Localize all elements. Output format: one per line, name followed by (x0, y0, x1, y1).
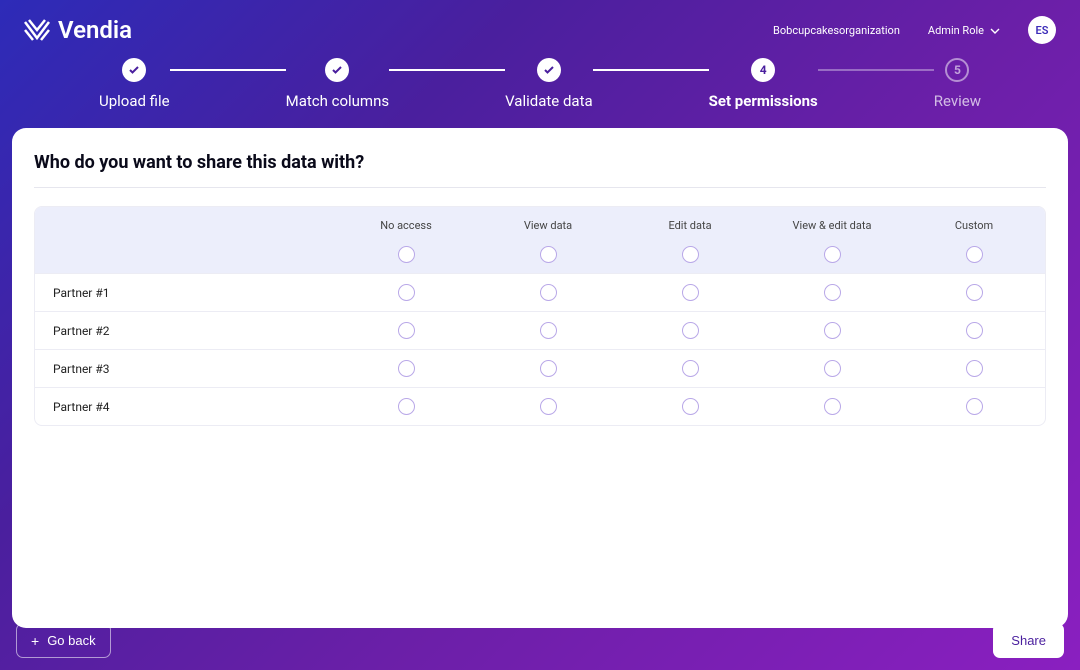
table-row: Partner #3 (35, 349, 1045, 387)
col-view-data: View data (477, 207, 619, 240)
org-name[interactable]: Bobcupcakesorganization (773, 24, 900, 37)
role-selector[interactable]: Admin Role (928, 24, 1000, 37)
select-all-edit[interactable] (682, 246, 699, 263)
radio-edit[interactable] (682, 360, 699, 377)
vendia-logo-icon (24, 19, 50, 41)
radio-edit[interactable] (682, 398, 699, 415)
radio-view-edit[interactable] (824, 284, 841, 301)
partner-name: Partner #3 (35, 362, 335, 376)
select-all-view[interactable] (540, 246, 557, 263)
check-icon (122, 58, 146, 82)
radio-custom[interactable] (966, 398, 983, 415)
radio-no-access[interactable] (398, 322, 415, 339)
radio-no-access[interactable] (398, 360, 415, 377)
partner-name: Partner #4 (35, 400, 335, 414)
radio-view-edit[interactable] (824, 322, 841, 339)
radio-view-edit[interactable] (824, 360, 841, 377)
go-back-button[interactable]: + Go back (16, 623, 111, 658)
role-label: Admin Role (928, 24, 984, 37)
table-header-row: No access View data Edit data View & edi… (35, 207, 1045, 273)
col-custom: Custom (903, 207, 1045, 240)
select-all-no-access[interactable] (398, 246, 415, 263)
step-review[interactable]: 5 Review (934, 58, 981, 110)
chevron-down-icon (990, 24, 1000, 37)
radio-custom[interactable] (966, 322, 983, 339)
check-icon (325, 58, 349, 82)
step-upload-file[interactable]: Upload file (99, 58, 170, 110)
radio-edit[interactable] (682, 322, 699, 339)
permissions-panel: Who do you want to share this data with?… (12, 128, 1068, 628)
step-number: 5 (945, 58, 969, 82)
radio-custom[interactable] (966, 284, 983, 301)
step-validate-data[interactable]: Validate data (505, 58, 593, 110)
select-all-view-edit[interactable] (824, 246, 841, 263)
partner-name: Partner #1 (35, 286, 335, 300)
col-edit-data: Edit data (619, 207, 761, 240)
table-row: Partner #2 (35, 311, 1045, 349)
brand-logo[interactable]: Vendia (24, 16, 132, 44)
step-number: 4 (751, 58, 775, 82)
col-no-access: No access (335, 207, 477, 240)
panel-title: Who do you want to share this data with? (34, 152, 1046, 188)
radio-view-edit[interactable] (824, 398, 841, 415)
step-set-permissions[interactable]: 4 Set permissions (709, 58, 818, 110)
radio-edit[interactable] (682, 284, 699, 301)
plus-icon: + (31, 634, 39, 648)
check-icon (537, 58, 561, 82)
radio-no-access[interactable] (398, 284, 415, 301)
radio-view[interactable] (540, 322, 557, 339)
table-row: Partner #4 (35, 387, 1045, 425)
radio-view[interactable] (540, 398, 557, 415)
select-all-custom[interactable] (966, 246, 983, 263)
radio-custom[interactable] (966, 360, 983, 377)
radio-view[interactable] (540, 360, 557, 377)
wizard-stepper: Upload file Match columns Validate data … (0, 58, 1080, 110)
permissions-table: No access View data Edit data View & edi… (34, 206, 1046, 426)
radio-view[interactable] (540, 284, 557, 301)
avatar[interactable]: ES (1028, 16, 1056, 44)
step-match-columns[interactable]: Match columns (286, 58, 390, 110)
col-view-edit-data: View & edit data (761, 207, 903, 240)
brand-name: Vendia (58, 16, 132, 44)
partner-name: Partner #2 (35, 324, 335, 338)
share-button[interactable]: Share (993, 623, 1064, 658)
table-row: Partner #1 (35, 273, 1045, 311)
radio-no-access[interactable] (398, 398, 415, 415)
